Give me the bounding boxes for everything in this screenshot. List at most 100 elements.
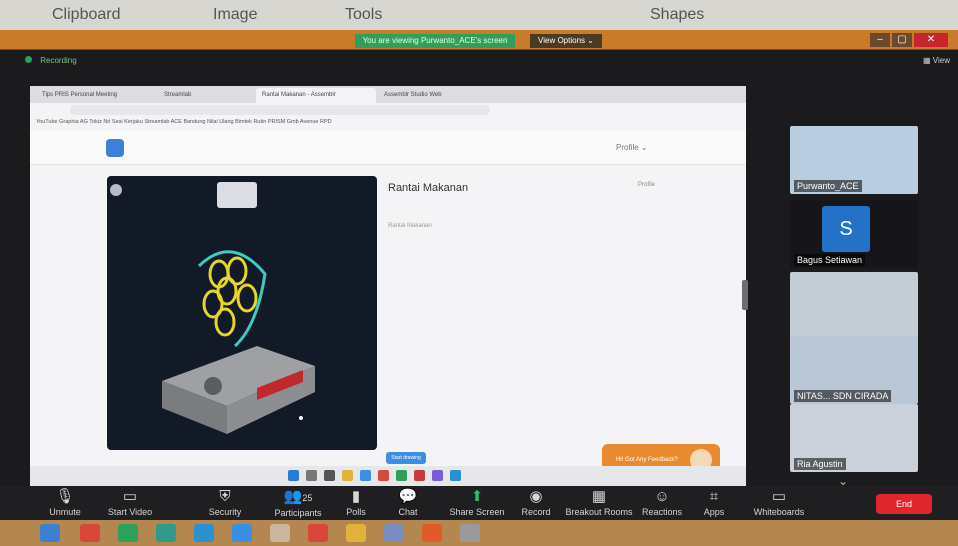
viewing-screen-indicator: You are viewing Purwanto_ACE's screen	[355, 34, 515, 48]
participant-avatar: S	[822, 206, 870, 252]
participant-tile[interactable]: NITAS... SDN CIRADA	[790, 336, 918, 404]
participant-name: NITAS... SDN CIRADA	[794, 390, 892, 402]
participant-tile[interactable]: Purwanto_ACE	[790, 126, 918, 194]
app-icon[interactable]	[396, 470, 407, 481]
maximize-button[interactable]: ▢	[892, 33, 912, 47]
participant-tile[interactable]: Ria Agustin	[790, 404, 918, 472]
start-drawing-button[interactable]: Start drawing	[386, 452, 426, 464]
app-icon[interactable]	[460, 524, 480, 542]
app-icon[interactable]	[450, 470, 461, 481]
project-title: Rantai Makanan	[388, 182, 469, 194]
browser-tab[interactable]: Tips PRIS Personal Meeting	[36, 88, 156, 103]
task-view-icon[interactable]	[324, 470, 335, 481]
whiteboards-button[interactable]: ▭ Whiteboards	[748, 488, 810, 517]
ribbon-shapes: Shapes	[650, 6, 705, 23]
breakout-rooms-icon: ▦	[591, 488, 607, 505]
share-screen-icon: ⬆	[470, 488, 484, 505]
app-icon[interactable]	[422, 524, 442, 542]
chrome-icon[interactable]	[80, 524, 100, 542]
shared-browser-window: Tips PRIS Personal Meeting Streamlab Ran…	[30, 86, 746, 476]
edge-icon[interactable]	[360, 470, 371, 481]
os-taskbar	[0, 520, 958, 546]
app-icon[interactable]	[118, 524, 138, 542]
search-icon[interactable]	[306, 470, 317, 481]
chat-button[interactable]: 💬 Chat	[388, 488, 428, 517]
recording-icon	[25, 56, 32, 63]
ribbon-image: Image	[213, 6, 258, 23]
security-button[interactable]: ⛨ Security	[200, 488, 250, 517]
app-icon[interactable]	[270, 524, 290, 542]
app-icon[interactable]	[194, 524, 214, 542]
participants-count: 25	[302, 493, 313, 503]
polls-button[interactable]: ▮ Polls	[336, 488, 376, 517]
windows-start-icon[interactable]	[40, 524, 60, 542]
whiteboard-icon: ▭	[771, 488, 787, 505]
model-ring	[236, 283, 258, 313]
paint-ribbon: Clipboard Image Tools Shapes	[0, 0, 958, 30]
browser-tab[interactable]: Assemblr Studio Web	[378, 88, 498, 103]
shared-windows-taskbar	[30, 466, 746, 486]
close-button[interactable]: ✕	[914, 33, 948, 47]
bookmarks-bar: YouTube Graphia AG Tokiz Nri Sesi Kerjak…	[36, 119, 332, 125]
address-bar-row	[30, 103, 746, 117]
model-ring	[214, 307, 236, 337]
participant-name: Ria Agustin	[794, 458, 846, 470]
ribbon-tools: Tools	[345, 6, 383, 23]
minimize-button[interactable]: –	[870, 33, 890, 47]
app-icon[interactable]	[156, 524, 176, 542]
assemblr-header: Profile ⌄	[30, 131, 746, 165]
browser-tab-strip: Tips PRIS Personal Meeting Streamlab Ran…	[30, 86, 746, 103]
feedback-label: Hi! Got Any Feedback?	[616, 457, 678, 463]
reactions-button[interactable]: ☺ Reactions	[636, 488, 688, 517]
participants-button[interactable]: 👥25 Participants	[266, 488, 330, 518]
app-icon[interactable]	[384, 524, 404, 542]
breakout-rooms-button[interactable]: ▦ Breakout Rooms	[564, 488, 634, 517]
recording-label: Recording	[40, 56, 77, 65]
record-icon: ◉	[529, 488, 543, 505]
participants-icon: 👥25	[283, 488, 313, 505]
browser-tab[interactable]: Streamlab	[158, 88, 254, 103]
share-screen-button[interactable]: ⬆ Share Screen	[446, 488, 508, 517]
participant-name: Bagus Setiawan	[794, 254, 866, 266]
url-field[interactable]	[70, 105, 490, 115]
profile-menu[interactable]: Profile ⌄	[616, 143, 648, 152]
participant-tile[interactable]	[790, 272, 918, 340]
zoom-share-bar: You are viewing Purwanto_ACE's screen Vi…	[0, 30, 958, 50]
model-object	[204, 377, 222, 395]
meeting-status-row: Recording ▦ View	[25, 56, 950, 74]
3d-model-viewer[interactable]	[107, 176, 377, 450]
reactions-icon: ☺	[654, 488, 670, 505]
participant-tile[interactable]: S Bagus Setiawan	[790, 200, 918, 268]
profile-link[interactable]: Profile	[638, 182, 655, 188]
start-video-button[interactable]: ▭ Start Video	[100, 488, 160, 517]
apps-button[interactable]: ⌗ Apps	[696, 488, 732, 517]
record-button[interactable]: ◉ Record	[516, 488, 556, 517]
view-button[interactable]: ▦ View	[923, 56, 950, 65]
unmute-button[interactable]: 🎙 Unmute	[40, 488, 90, 517]
folder-icon[interactable]	[342, 470, 353, 481]
app-icon[interactable]	[414, 470, 425, 481]
food-chain-model	[162, 250, 315, 434]
polls-icon: ▮	[351, 488, 361, 505]
mail-icon[interactable]	[232, 524, 252, 542]
share-scroll-handle[interactable]	[742, 280, 748, 310]
microphone-muted-icon: 🎙	[55, 488, 75, 505]
app-icon[interactable]	[308, 524, 328, 542]
browser-tab-active[interactable]: Rantai Makanan - Assemblr	[256, 88, 376, 103]
windows-start-icon[interactable]	[288, 470, 299, 481]
view-options-button[interactable]: View Options ⌄	[530, 34, 602, 48]
project-tag: Rantai Makanan	[388, 223, 432, 229]
participant-name: Purwanto_ACE	[794, 180, 862, 192]
ribbon-clipboard: Clipboard	[52, 6, 121, 23]
folder-icon[interactable]	[346, 524, 366, 542]
zoom-meeting-toolbar: 🎙 Unmute ▭ Start Video ⛨ Security 👥25 Pa…	[0, 486, 958, 520]
assemblr-logo[interactable]	[106, 139, 124, 157]
apps-icon: ⌗	[709, 488, 719, 505]
chat-icon: 💬	[398, 488, 418, 505]
chrome-icon[interactable]	[378, 470, 389, 481]
end-meeting-button[interactable]: End	[876, 494, 932, 514]
app-icon[interactable]	[432, 470, 443, 481]
model-dot	[299, 416, 303, 420]
shield-icon: ⛨	[219, 488, 231, 505]
video-off-icon: ▭	[122, 488, 138, 505]
